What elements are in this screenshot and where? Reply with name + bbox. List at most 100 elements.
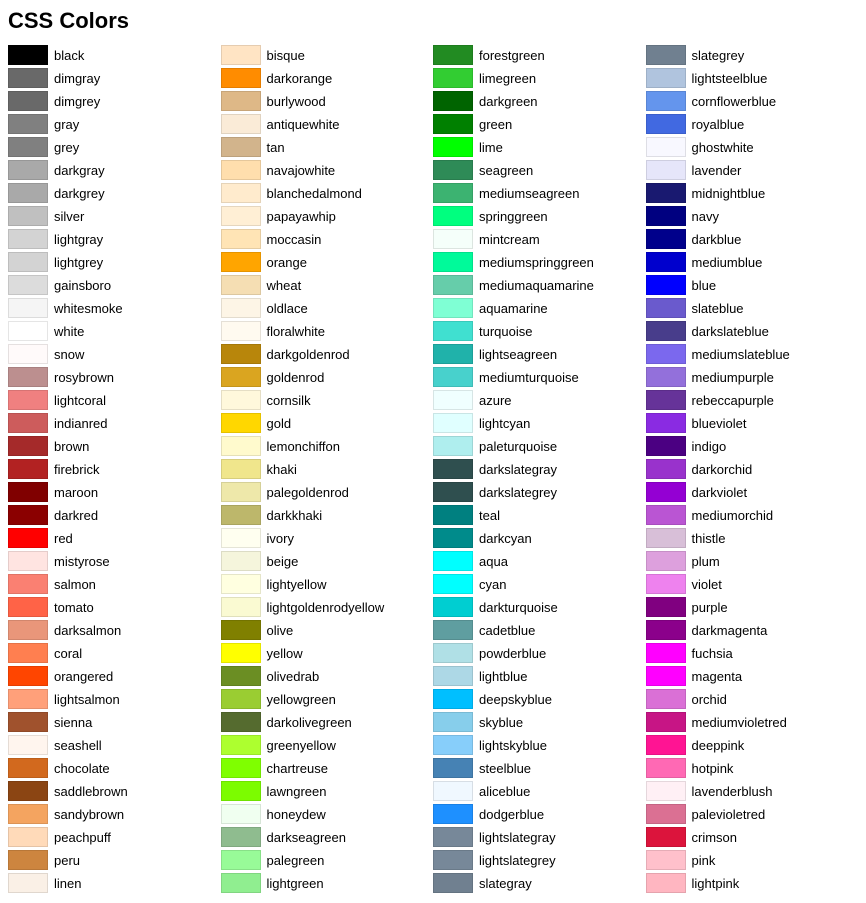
color-swatch	[646, 367, 686, 387]
color-swatch	[433, 413, 473, 433]
list-item: palegreen	[221, 849, 434, 871]
color-swatch	[8, 482, 48, 502]
list-item: cyan	[433, 573, 646, 595]
color-swatch	[646, 390, 686, 410]
color-swatch	[8, 91, 48, 111]
color-name: indianred	[54, 416, 108, 431]
color-name: paleturquoise	[479, 439, 557, 454]
color-swatch	[646, 620, 686, 640]
color-swatch	[646, 436, 686, 456]
color-name: mistyrose	[54, 554, 110, 569]
list-item: lightcoral	[8, 389, 221, 411]
list-item: mediumaquamarine	[433, 274, 646, 296]
list-item: lavender	[646, 159, 859, 181]
color-swatch	[646, 781, 686, 801]
list-item: lightgreen	[221, 872, 434, 894]
list-item: magenta	[646, 665, 859, 687]
color-name: palevioletred	[692, 807, 766, 822]
list-item: seashell	[8, 734, 221, 756]
color-name: mediumturquoise	[479, 370, 579, 385]
list-item: forestgreen	[433, 44, 646, 66]
color-swatch	[8, 114, 48, 134]
list-item: paleturquoise	[433, 435, 646, 457]
color-name: olive	[267, 623, 294, 638]
color-name: royalblue	[692, 117, 745, 132]
color-swatch	[221, 873, 261, 893]
color-name: grey	[54, 140, 79, 155]
color-swatch	[646, 574, 686, 594]
list-item: darkgrey	[8, 182, 221, 204]
color-swatch	[646, 643, 686, 663]
color-swatch	[221, 275, 261, 295]
list-item: steelblue	[433, 757, 646, 779]
list-item: mediumslateblue	[646, 343, 859, 365]
list-item: rosybrown	[8, 366, 221, 388]
color-name: silver	[54, 209, 84, 224]
list-item: deeppink	[646, 734, 859, 756]
color-name: lightsteelblue	[692, 71, 768, 86]
color-swatch	[8, 206, 48, 226]
list-item: lime	[433, 136, 646, 158]
color-swatch	[221, 137, 261, 157]
list-item: teal	[433, 504, 646, 526]
list-item: hotpink	[646, 757, 859, 779]
list-item: silver	[8, 205, 221, 227]
color-swatch	[8, 45, 48, 65]
color-swatch	[433, 45, 473, 65]
color-swatch	[646, 482, 686, 502]
color-swatch	[8, 850, 48, 870]
color-name: crimson	[692, 830, 738, 845]
color-name: gray	[54, 117, 79, 132]
list-item: oldlace	[221, 297, 434, 319]
color-swatch	[8, 321, 48, 341]
color-name: lightgoldenrodyellow	[267, 600, 385, 615]
color-swatch	[433, 643, 473, 663]
color-swatch	[221, 229, 261, 249]
color-name: whitesmoke	[54, 301, 123, 316]
color-name: snow	[54, 347, 84, 362]
list-item: beige	[221, 550, 434, 572]
color-swatch	[221, 804, 261, 824]
list-item: crimson	[646, 826, 859, 848]
color-swatch	[646, 850, 686, 870]
color-swatch	[8, 827, 48, 847]
color-name: lightseagreen	[479, 347, 557, 362]
color-name: turquoise	[479, 324, 532, 339]
color-name: cornsilk	[267, 393, 311, 408]
color-name: peachpuff	[54, 830, 111, 845]
color-name: mediumspringgreen	[479, 255, 594, 270]
color-name: lightblue	[479, 669, 527, 684]
color-name: navy	[692, 209, 719, 224]
page-title: CSS Colors	[8, 8, 858, 34]
color-swatch	[646, 91, 686, 111]
color-swatch	[433, 91, 473, 111]
color-name: lavender	[692, 163, 742, 178]
list-item: darkred	[8, 504, 221, 526]
color-swatch	[221, 114, 261, 134]
color-swatch	[221, 735, 261, 755]
color-name: lightgreen	[267, 876, 324, 891]
list-item: mediumseagreen	[433, 182, 646, 204]
color-name: mediumorchid	[692, 508, 774, 523]
color-name: honeydew	[267, 807, 326, 822]
color-name: teal	[479, 508, 500, 523]
color-name: plum	[692, 554, 720, 569]
list-item: indigo	[646, 435, 859, 457]
list-item: bisque	[221, 44, 434, 66]
list-item: blue	[646, 274, 859, 296]
color-name: magenta	[692, 669, 743, 684]
color-swatch	[8, 873, 48, 893]
list-item: mediumpurple	[646, 366, 859, 388]
color-swatch	[221, 850, 261, 870]
color-name: darkmagenta	[692, 623, 768, 638]
color-name: navajowhite	[267, 163, 336, 178]
color-name: darkcyan	[479, 531, 532, 546]
color-column-0: blackdimgraydimgreygraygreydarkgraydarkg…	[8, 44, 221, 895]
color-name: brown	[54, 439, 89, 454]
color-name: fuchsia	[692, 646, 733, 661]
color-name: yellowgreen	[267, 692, 336, 707]
color-name: papayawhip	[267, 209, 336, 224]
color-swatch	[8, 574, 48, 594]
list-item: darkgreen	[433, 90, 646, 112]
list-item: darkorchid	[646, 458, 859, 480]
